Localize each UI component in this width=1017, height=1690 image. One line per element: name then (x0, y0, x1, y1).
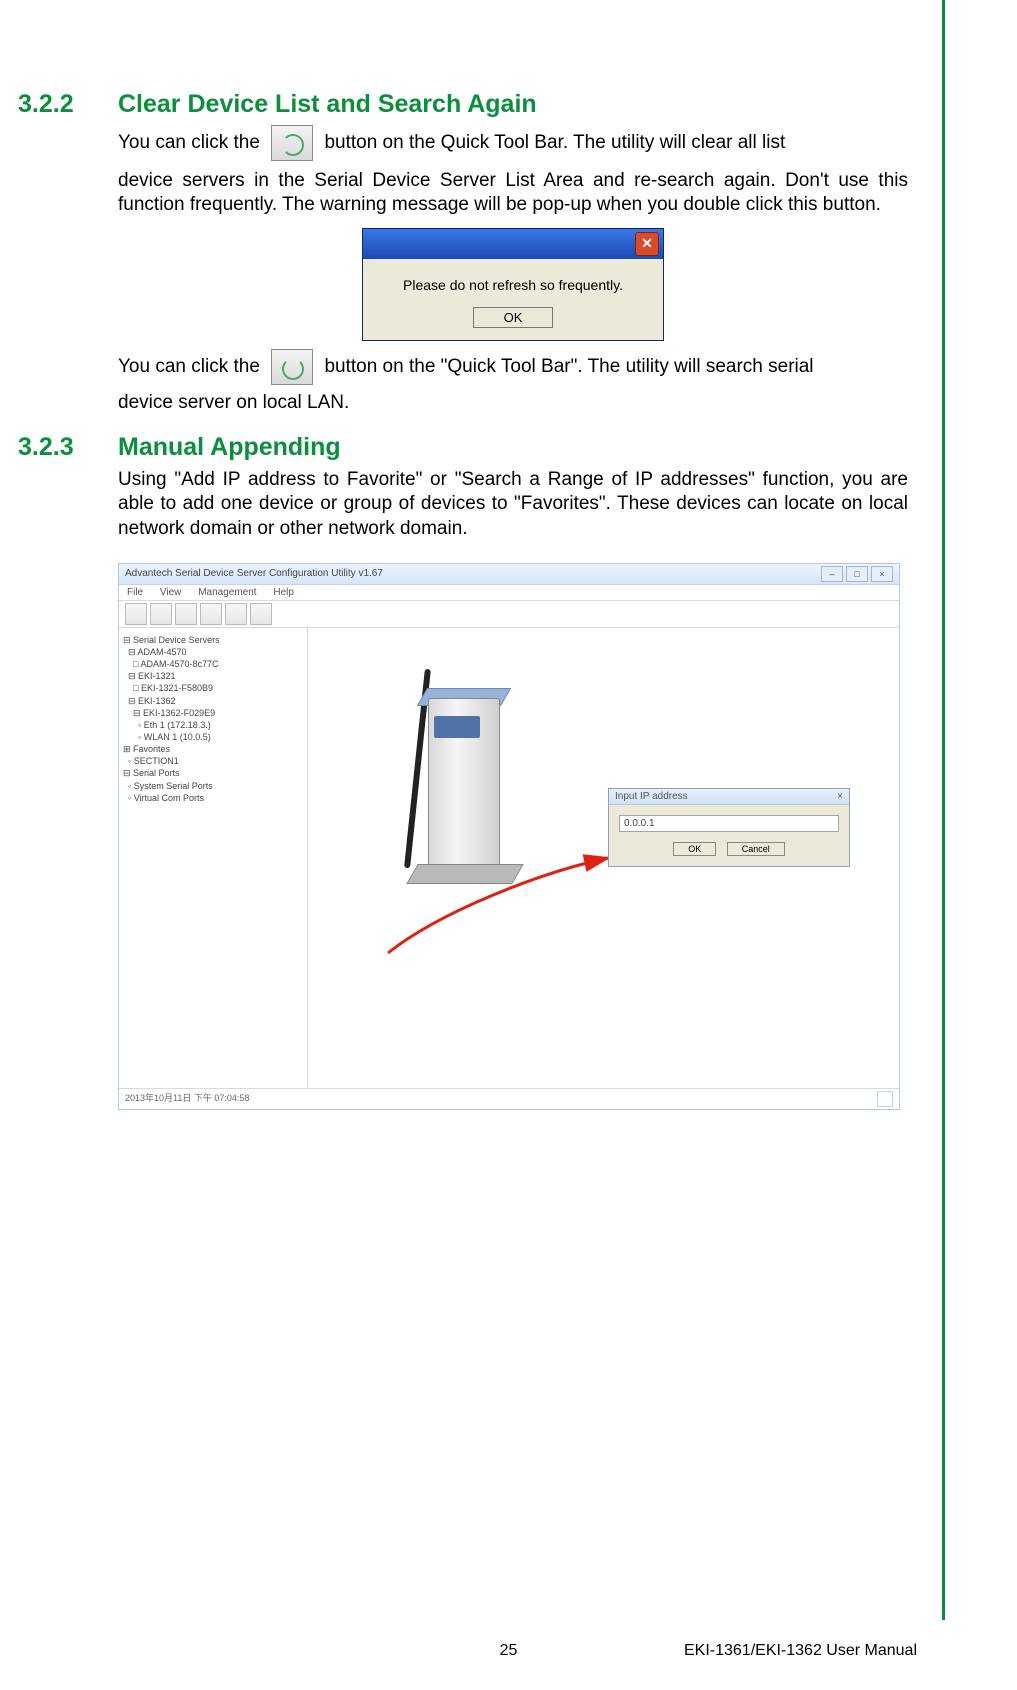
menu-help[interactable]: Help (273, 587, 294, 598)
menu-management[interactable]: Management (198, 587, 256, 598)
minimize-button[interactable]: – (821, 566, 843, 582)
tree-node[interactable]: □ ADAM-4570-8c77C (123, 658, 303, 670)
menu-bar: File View Management Help (119, 585, 899, 601)
page-number: 25 (389, 1642, 629, 1660)
section-322-paragraph-3: You can click the button on the "Quick T… (118, 349, 908, 385)
dialog-titlebar: ✕ (363, 229, 663, 259)
toolbar-btn-3[interactable] (175, 603, 197, 625)
section-number-322: 3.2.2 (18, 90, 118, 119)
tree-node[interactable]: ◦ Eth 1 (172.18.3.) (123, 719, 303, 731)
toolbar-btn-5[interactable] (225, 603, 247, 625)
resize-grip-icon[interactable] (877, 1091, 893, 1107)
section-322-paragraph-4: device server on local LAN. (118, 391, 908, 415)
text-fragment: button on the Quick Tool Bar. The utilit… (324, 132, 785, 153)
section-number-323: 3.2.3 (18, 433, 118, 462)
clear-search-toolbar-icon (271, 125, 313, 161)
page-right-rule (942, 0, 945, 1620)
ok-button[interactable]: OK (473, 307, 553, 328)
tree-node[interactable]: □ EKI-1321-F580B9 (123, 682, 303, 694)
tree-node[interactable]: ◦ WLAN 1 (10.0.5) (123, 731, 303, 743)
toolbar-btn-2[interactable] (150, 603, 172, 625)
status-timestamp: 2013年10月11日 下午 07:04:58 (125, 1091, 249, 1107)
text-fragment: You can click the (118, 356, 265, 377)
dialog-message: Please do not refresh so frequently. (363, 259, 663, 307)
tree-node[interactable]: ⊞ Favorites (123, 743, 303, 755)
tree-node[interactable]: ⊟ EKI-1321 (123, 670, 303, 682)
maximize-button[interactable]: □ (846, 566, 868, 582)
close-button[interactable]: × (871, 566, 893, 582)
section-323-paragraph-1: Using "Add IP address to Favorite" or "S… (118, 468, 908, 541)
window-titlebar: Advantech Serial Device Server Configura… (119, 564, 899, 585)
page-footer: 25 EKI-1361/EKI-1362 User Manual (0, 1642, 1017, 1660)
toolbar-btn-search-icon[interactable] (200, 603, 222, 625)
tree-node[interactable]: ⊟ ADAM-4570 (123, 646, 303, 658)
text-fragment: button on the "Quick Tool Bar". The util… (324, 356, 813, 377)
toolbar-btn-6[interactable] (250, 603, 272, 625)
device-illustration (398, 668, 518, 888)
tree-node[interactable]: ⊟ EKI-1362 (123, 695, 303, 707)
ok-button[interactable]: OK (673, 842, 716, 856)
cancel-button[interactable]: Cancel (727, 842, 785, 856)
ip-dialog-title: Input IP address (615, 791, 688, 802)
text-fragment: You can click the (118, 132, 265, 153)
tree-node[interactable]: ⊟ Serial Ports (123, 767, 303, 779)
section-322-paragraph-1: You can click the button on the Quick To… (118, 125, 908, 161)
content-canvas: Input IP address × 0.0.0.1 OK Cancel (308, 628, 899, 1088)
menu-view[interactable]: View (160, 587, 182, 598)
device-tree[interactable]: ⊟ Serial Device Servers ⊟ ADAM-4570 □ AD… (119, 628, 308, 1088)
configuration-utility-window: Advantech Serial Device Server Configura… (118, 563, 900, 1110)
search-toolbar-icon (271, 349, 313, 385)
tree-node[interactable]: ◦ System Serial Ports (123, 780, 303, 792)
tree-node[interactable]: ◦ SECTION1 (123, 755, 303, 767)
close-icon[interactable]: ✕ (635, 232, 659, 256)
status-bar: 2013年10月11日 下午 07:04:58 (119, 1088, 899, 1109)
input-ip-dialog: Input IP address × 0.0.0.1 OK Cancel (608, 788, 850, 867)
section-title-323: Manual Appending (118, 433, 341, 462)
warning-dialog: ✕ Please do not refresh so frequently. O… (362, 228, 664, 341)
tree-node[interactable]: ⊟ Serial Device Servers (123, 634, 303, 646)
document-title: EKI-1361/EKI-1362 User Manual (684, 1642, 917, 1660)
ip-dialog-titlebar: Input IP address × (609, 789, 849, 805)
toolbar (119, 601, 899, 628)
tree-node[interactable]: ⊟ EKI-1362-F029E9 (123, 707, 303, 719)
section-322-paragraph-2: device servers in the Serial Device Serv… (118, 169, 908, 218)
ip-address-input[interactable]: 0.0.0.1 (619, 815, 839, 832)
section-title-322: Clear Device List and Search Again (118, 90, 537, 119)
menu-file[interactable]: File (127, 587, 143, 598)
toolbar-btn-1[interactable] (125, 603, 147, 625)
window-title: Advantech Serial Device Server Configura… (125, 568, 383, 579)
tree-node[interactable]: ◦ Virtual Com Ports (123, 792, 303, 804)
close-icon[interactable]: × (837, 791, 843, 802)
